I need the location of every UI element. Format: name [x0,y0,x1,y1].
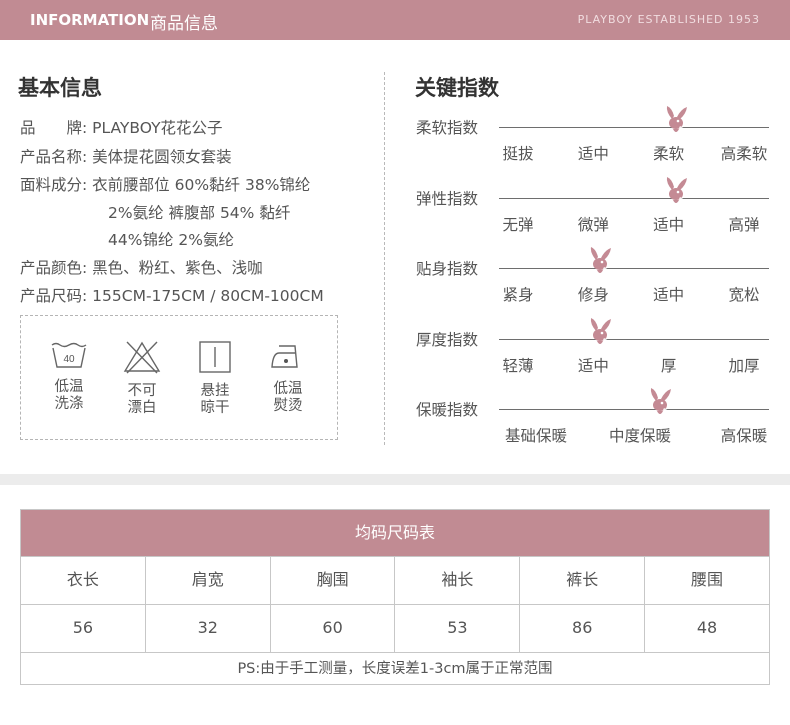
care-label-1a: 低温 [54,379,84,395]
size-label: 产品尺码: [20,287,88,305]
index-option: 高保暖 [720,427,768,445]
size-row: 产品尺码: 155CM-175CM / 80CM-100CM [20,284,324,306]
index-option: 加厚 [728,357,760,375]
care-label-2a: 不可 [127,383,157,399]
header-title-en: INFORMATION [30,11,150,29]
bunny-marker-icon [587,246,613,276]
size-header-cell: 腰围 [644,557,769,604]
index-option: 适中 [653,216,685,234]
hang-dry-icon [199,341,231,373]
size-header-cell: 胸围 [269,557,395,604]
index-option: 高弹 [728,216,760,234]
care-instructions: 40 低温 洗涤 不可 漂白 悬挂 晾干 低温 熨烫 [20,315,338,440]
size-value-cell: 32 [144,605,270,652]
size-header-cell: 衣长 [66,570,99,589]
care-label-4a: 低温 [273,381,303,397]
size-header-cell: 裤长 [519,557,644,604]
size-table-note: PS:由于手工测量，长度误差1-3cm属于正常范围 [21,652,769,685]
size-value-cell: 48 [644,605,769,652]
care-label-2b: 漂白 [127,400,157,416]
index-option: 厚 [660,357,677,375]
index-label: 贴身指数 [416,260,479,278]
low-iron-icon [271,345,298,368]
index-scale-line [499,127,769,128]
size-header-cell: 肩宽 [144,557,270,604]
index-scale-line [499,268,769,269]
size-value-cell: 53 [394,605,519,652]
index-option: 修身 [577,286,609,304]
care-label-4b: 熨烫 [273,398,303,414]
bunny-marker-icon [663,176,689,206]
index-option: 适中 [577,357,609,375]
key-index-title: 关键指数 [415,76,499,100]
size-table-header-row: 衣长 肩宽 胸围 袖长 裤长 腰围 [21,556,769,604]
product-name-value: 美体提花圆领女套装 [92,148,232,166]
care-item-wash: 40 低温 洗涤 [44,340,94,413]
section-divider [384,72,385,445]
care-label-3a: 悬挂 [200,383,230,399]
index-label: 柔软指数 [416,119,479,137]
index-option: 紧身 [502,286,534,304]
index-label: 厚度指数 [416,331,479,349]
index-label: 弹性指数 [416,190,479,208]
header-tagline: PLAYBOY ESTABLISHED 1953 [577,13,760,26]
no-bleach-icon [123,341,161,374]
bunny-marker-icon [647,387,673,417]
index-option: 柔软 [653,145,685,163]
index-label: 保暖指数 [416,401,479,419]
brand-value: PLAYBOY花花公子 [92,119,223,137]
section-band [0,474,790,485]
header-bar: INFORMATION 商品信息 PLAYBOY ESTABLISHED 195… [0,0,790,40]
color-label: 产品颜色: [20,259,88,277]
wash-40-icon: 40 [51,342,87,368]
index-option: 轻薄 [502,357,534,375]
index-option: 无弹 [502,216,534,234]
care-item-bleach: 不可 漂白 [117,340,167,417]
index-option: 微弹 [577,216,609,234]
index-option: 挺拔 [502,145,534,163]
care-item-iron: 低温 熨烫 [263,340,313,415]
index-option: 基础保暖 [504,427,568,445]
fabric-value-line3: 44%锦纶 2%氨纶 [108,231,234,249]
color-row: 产品颜色: 黑色、粉红、紫色、浅咖 [20,256,263,278]
header-title-cn: 商品信息 [150,14,218,34]
size-header-cell: 袖长 [394,557,519,604]
bunny-marker-icon [663,105,689,135]
size-value-cell: 60 [269,605,395,652]
size-table-title: 均码尺码表 [21,510,769,556]
size-value: 155CM-175CM / 80CM-100CM [92,287,324,305]
index-option: 宽松 [728,286,760,304]
size-value-cell: 86 [519,605,644,652]
fabric-label: 面料成分: [20,176,88,194]
color-value: 黑色、粉红、紫色、浅咖 [92,259,263,277]
product-name-row: 产品名称: 美体提花圆领女套装 [20,145,232,167]
product-name-label: 产品名称: [20,148,88,166]
bunny-marker-icon [587,317,613,347]
wash-temp-text: 40 [63,354,75,365]
fabric-value-line2: 2%氨纶 裤腹部 54% 黏纤 [108,204,291,222]
care-item-hang: 悬挂 晾干 [190,340,240,417]
index-option: 适中 [653,286,685,304]
index-scale-line [499,409,769,410]
index-option: 适中 [577,145,609,163]
index-option: 中度保暖 [608,427,672,445]
index-scale-line [499,198,769,199]
brand-label: 品 牌: [20,119,88,137]
care-label-1b: 洗涤 [54,396,84,412]
basic-info-title: 基本信息 [18,76,102,100]
size-table-value-row: 56 32 60 53 86 48 [21,604,769,652]
brand-row: 品 牌: PLAYBOY花花公子 [20,116,223,138]
fabric-value-line1: 衣前腰部位 60%黏纤 38%锦纶 [92,176,311,194]
index-scale-line [499,339,769,340]
size-value-cell: 56 [72,618,94,637]
fabric-row: 面料成分: 衣前腰部位 60%黏纤 38%锦纶 [20,173,310,195]
size-table: 均码尺码表 衣长 肩宽 胸围 袖长 裤长 腰围 56 32 60 53 86 4… [20,509,770,685]
index-option: 高柔软 [720,145,768,163]
care-label-3b: 晾干 [200,400,230,416]
